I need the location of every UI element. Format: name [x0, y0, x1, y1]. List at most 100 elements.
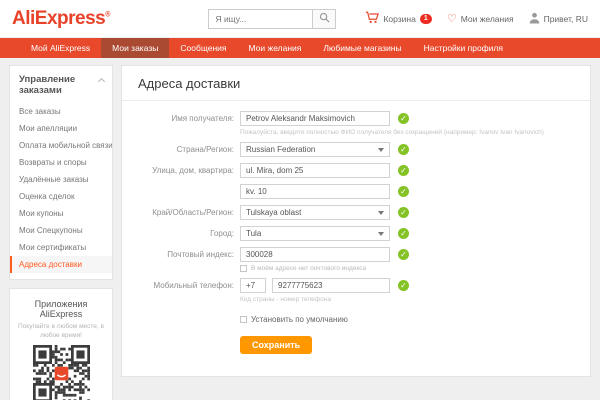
sidebar-item-feedback[interactable]: Оценка сделок	[10, 188, 112, 205]
phone-hint-row: Код страны - номер телефона	[122, 296, 590, 303]
province-select-value: Tulskaya oblast	[246, 208, 301, 217]
search-input[interactable]	[208, 9, 312, 29]
province-label: Край/Область/Регион:	[122, 208, 234, 217]
search-button[interactable]	[312, 9, 336, 29]
city-select-value: Tula	[246, 229, 261, 238]
valid-check-icon	[398, 228, 409, 239]
recipient-name-row: Имя получателя:	[122, 111, 590, 126]
main-panel: Адреса доставки Имя получателя: Пожалуйс…	[121, 65, 591, 377]
valid-check-icon	[398, 249, 409, 260]
orders-section-header[interactable]: Управление заказами	[10, 66, 112, 103]
zip-input[interactable]	[240, 247, 390, 262]
city-select[interactable]: Tula	[240, 226, 390, 241]
main-nav: Мой AliExpress Мои заказы Сообщения Мои …	[0, 38, 600, 58]
valid-check-icon	[398, 113, 409, 124]
qr-code-svg	[33, 345, 90, 400]
province-row: Край/Область/Регион: Tulskaya oblast	[122, 205, 590, 220]
sidebar-item-appeals[interactable]: Мои апелляции	[10, 120, 112, 137]
cart-label: Корзина	[383, 14, 415, 24]
apartment-input[interactable]	[240, 184, 390, 199]
page-content: Управление заказами Все заказы Мои апелл…	[0, 58, 600, 400]
nav-item-my-orders[interactable]: Мои заказы	[101, 38, 169, 58]
country-select-value: Russian Federation	[246, 145, 315, 154]
recipient-name-label: Имя получателя:	[122, 114, 234, 123]
app-promo-title: Приложения AliExpress	[15, 299, 107, 319]
cart-count-badge: 1	[420, 14, 432, 24]
sidebar-item-returns-disputes[interactable]: Возвраты и споры	[10, 154, 112, 171]
street-row: Улица, дом, квартира:	[122, 163, 590, 178]
sidebar-item-certificates[interactable]: Мои сертификаты	[10, 239, 112, 256]
recipient-name-input[interactable]	[240, 111, 390, 126]
nav-item-messages[interactable]: Сообщения	[169, 38, 237, 58]
greeting-label: Привет, RU	[544, 14, 588, 24]
default-address-label: Установить по умолчанию	[251, 315, 348, 324]
zip-row: Почтовый индекс:	[122, 247, 590, 262]
default-address-row: Установить по умолчанию	[122, 315, 590, 324]
qr-code[interactable]	[15, 345, 107, 400]
zip-label: Почтовый индекс:	[122, 250, 234, 259]
province-select[interactable]: Tulskaya oblast	[240, 205, 390, 220]
chevron-down-icon	[378, 232, 384, 239]
default-address-checkbox[interactable]	[240, 316, 247, 323]
account-link[interactable]: Привет, RU	[529, 12, 588, 26]
user-icon	[529, 12, 540, 26]
chevron-up-icon	[98, 78, 105, 85]
nav-item-favorite-stores[interactable]: Любимые магазины	[312, 38, 412, 58]
logo-reg-mark: ®	[105, 11, 110, 18]
no-zip-checkbox[interactable]	[240, 265, 247, 272]
sidebar-item-deleted-orders[interactable]: Удалённые заказы	[10, 171, 112, 188]
sidebar-item-mobile-payment[interactable]: Оплата мобильной связи	[10, 137, 112, 154]
top-header: AliExpress® Корзина 1 ♡ Мои желания Прив…	[0, 0, 600, 38]
no-zip-row: В моём адресе нет почтового индекса	[122, 265, 590, 272]
phone-row: Мобильный телефон:	[122, 278, 590, 293]
chevron-down-icon	[378, 211, 384, 218]
valid-check-icon	[398, 165, 409, 176]
default-address-option: Установить по умолчанию	[240, 315, 348, 324]
sidebar-item-all-orders[interactable]: Все заказы	[10, 103, 112, 120]
no-zip-option: В моём адресе нет почтового индекса	[240, 265, 366, 272]
sidebar: Управление заказами Все заказы Мои апелл…	[9, 65, 113, 400]
country-select[interactable]: Russian Federation	[240, 142, 390, 157]
app-promo-card: Приложения AliExpress Покупайте в любом …	[9, 288, 113, 400]
phone-number-input[interactable]	[272, 278, 390, 293]
cart-icon	[365, 11, 379, 26]
cart-link[interactable]: Корзина 1	[365, 11, 431, 26]
valid-check-icon	[398, 144, 409, 155]
recipient-name-hint-row: Пожалуйста, введите полностью ФИО получа…	[122, 129, 590, 136]
page-title: Адреса доставки	[122, 66, 590, 101]
nav-item-wishlist[interactable]: Мои желания	[238, 38, 313, 58]
search-bar	[208, 9, 336, 29]
phone-hint: Код страны - номер телефона	[240, 296, 331, 303]
street-label: Улица, дом, квартира:	[122, 166, 234, 175]
wishlist-label: Мои желания	[461, 14, 514, 24]
no-zip-label: В моём адресе нет почтового индекса	[251, 265, 366, 272]
sidebar-item-select-coupons[interactable]: Мои Спецкупоны	[10, 222, 112, 239]
country-row: Страна/Регион: Russian Federation	[122, 142, 590, 157]
phone-country-code-input[interactable]	[240, 278, 266, 293]
country-label: Страна/Регион:	[122, 145, 234, 154]
sidebar-item-shipping-addresses[interactable]: Адреса доставки	[10, 256, 112, 273]
valid-check-icon	[398, 186, 409, 197]
chevron-down-icon	[378, 148, 384, 155]
orders-section-title: Управление заказами	[19, 74, 75, 96]
save-button[interactable]: Сохранить	[240, 336, 312, 354]
logo-text: AliExpress	[12, 8, 105, 29]
sidebar-item-coupons[interactable]: Мои купоны	[10, 205, 112, 222]
orders-menu-card: Управление заказами Все заказы Мои апелл…	[9, 65, 113, 280]
save-row: Сохранить	[122, 336, 590, 354]
city-label: Город:	[122, 229, 234, 238]
magnifier-icon	[319, 11, 330, 26]
phone-label: Мобильный телефон:	[122, 281, 234, 290]
wishlist-link[interactable]: ♡ Мои желания	[447, 14, 514, 24]
address-form: Имя получателя: Пожалуйста, введите полн…	[122, 101, 590, 376]
street-input[interactable]	[240, 163, 390, 178]
nav-item-profile-settings[interactable]: Настройки профиля	[413, 38, 514, 58]
recipient-name-hint: Пожалуйста, введите полностью ФИО получа…	[240, 129, 544, 136]
nav-item-my-aliexpress[interactable]: Мой AliExpress	[20, 38, 101, 58]
city-row: Город: Tula	[122, 226, 590, 241]
heart-icon: ♡	[447, 14, 457, 24]
valid-check-icon	[398, 280, 409, 291]
aliexpress-logo[interactable]: AliExpress®	[12, 8, 110, 30]
apartment-row	[122, 184, 590, 199]
app-promo-subtitle: Покупайте в любом месте, в любое время!	[15, 323, 107, 341]
